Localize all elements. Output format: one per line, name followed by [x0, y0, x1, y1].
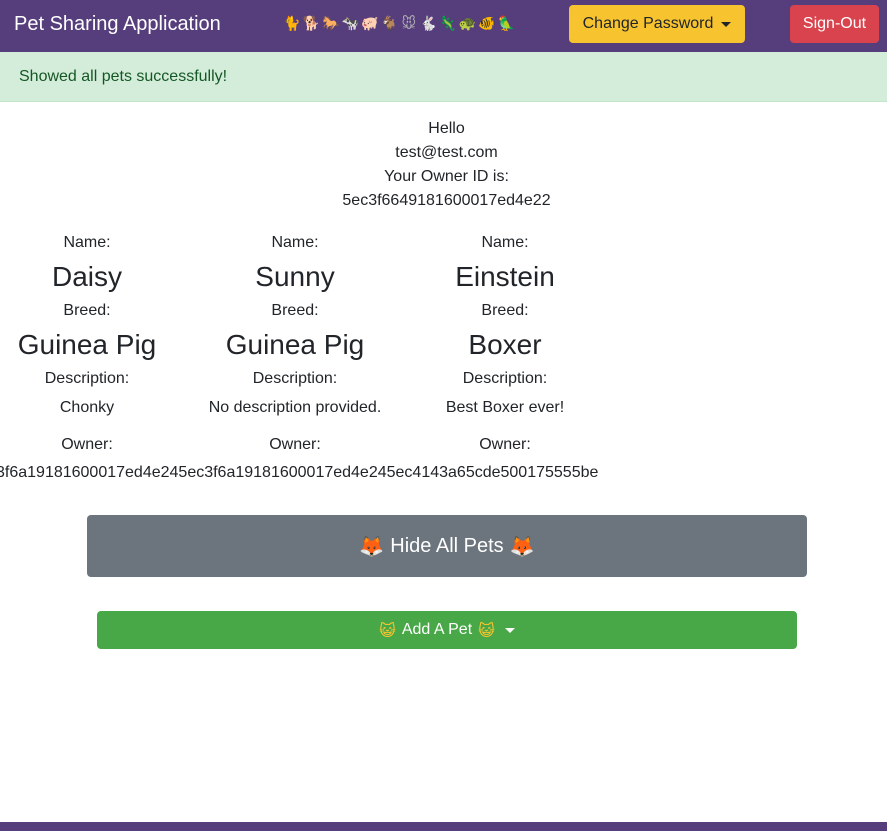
turtle-icon: 🐢 [458, 16, 476, 32]
dog-icon: 🐕 [302, 16, 320, 32]
parrot-icon: 🦜 [497, 16, 515, 32]
pet-name-label: Name: [271, 234, 319, 251]
pet-card: Name: Sunny Breed: Guinea Pig Descriptio… [190, 232, 400, 456]
cat-face-icon: 😺 [379, 620, 396, 640]
fox-icon: 🦊 [509, 534, 535, 558]
change-password-button[interactable]: Change Password [569, 5, 745, 43]
pet-breed-label: Breed: [271, 302, 319, 319]
cat-icon: 🐈 [283, 16, 301, 32]
pet-breed-label: Breed: [63, 302, 111, 319]
fox-icon: 🦊 [359, 534, 385, 558]
sign-out-label: Sign-Out [802, 15, 867, 32]
pet-name: Einstein [455, 261, 555, 292]
sign-out-button[interactable]: Sign-Out [790, 5, 879, 43]
pet-description: Chonky [59, 399, 115, 416]
pet-name-label: Name: [481, 234, 529, 251]
pet-owner-label: Owner: [479, 436, 531, 453]
animal-icons: 🐈 🐕 🐎 🐄 🐖 🐐 🐭 🐇 🦎 🐢 🐠 🦜 [282, 13, 516, 35]
chevron-down-icon [504, 627, 515, 633]
pet-description-label: Description: [462, 370, 548, 387]
pet-name: Daisy [51, 261, 122, 292]
mouse-icon: 🐭 [401, 16, 417, 32]
goat-icon: 🐐 [380, 16, 398, 32]
pet-description-label: Description: [44, 370, 130, 387]
greeting-hello: Hello [428, 120, 465, 137]
hide-all-pets-label: Hide All Pets [390, 534, 504, 557]
fish-icon: 🐠 [478, 16, 496, 32]
pet-description: No description provided. [208, 399, 382, 416]
horse-icon: 🐎 [322, 16, 340, 32]
success-alert: Showed all pets successfully! [0, 52, 887, 102]
pet-name: Sunny [255, 261, 335, 292]
pet-card: Name: Einstein Breed: Boxer Description:… [400, 232, 610, 456]
pet-card: Name: Daisy Breed: Guinea Pig Descriptio… [0, 232, 192, 456]
pet-breed-label: Breed: [481, 302, 529, 319]
app-brand[interactable]: Pet Sharing Application [14, 12, 221, 36]
pet-description-label: Description: [252, 370, 338, 387]
cow-icon: 🐄 [341, 16, 359, 32]
alert-message: Showed all pets successfully! [19, 68, 228, 85]
rabbit-icon: 🐇 [419, 16, 437, 32]
pet-breed: Guinea Pig [225, 329, 365, 360]
pet-owner-label: Owner: [269, 436, 321, 453]
cat-face-icon: 😺 [478, 620, 495, 640]
pet-name-label: Name: [63, 234, 111, 251]
chevron-down-icon [721, 21, 732, 27]
add-pet-label: Add A Pet [401, 621, 473, 638]
pet-breed: Guinea Pig [17, 329, 157, 360]
user-email: test@test.com [395, 144, 498, 161]
pig-icon: 🐖 [361, 16, 379, 32]
owner-id-label: Your Owner ID is: [384, 168, 509, 185]
pet-owner-label: Owner: [61, 436, 113, 453]
pet-owner-ids: c3f6a19181600017ed4e245ec3f6a19181600017… [0, 464, 599, 481]
navbar: Pet Sharing Application 🐈 🐕 🐎 🐄 🐖 🐐 🐭 🐇 … [0, 0, 887, 52]
owner-id: 5ec3f6649181600017ed4e22 [342, 192, 551, 209]
pet-breed: Boxer [468, 329, 542, 360]
pet-description: Best Boxer ever! [445, 399, 565, 416]
add-pet-button[interactable]: 😺 Add A Pet 😺 [97, 611, 797, 649]
greeting: Hello test@test.com Your Owner ID is: 5e… [0, 117, 887, 213]
lizard-icon: 🦎 [439, 16, 457, 32]
change-password-label: Change Password [582, 15, 714, 32]
hide-all-pets-button[interactable]: 🦊 Hide All Pets 🦊 [87, 515, 807, 577]
footer-bar [0, 822, 887, 831]
